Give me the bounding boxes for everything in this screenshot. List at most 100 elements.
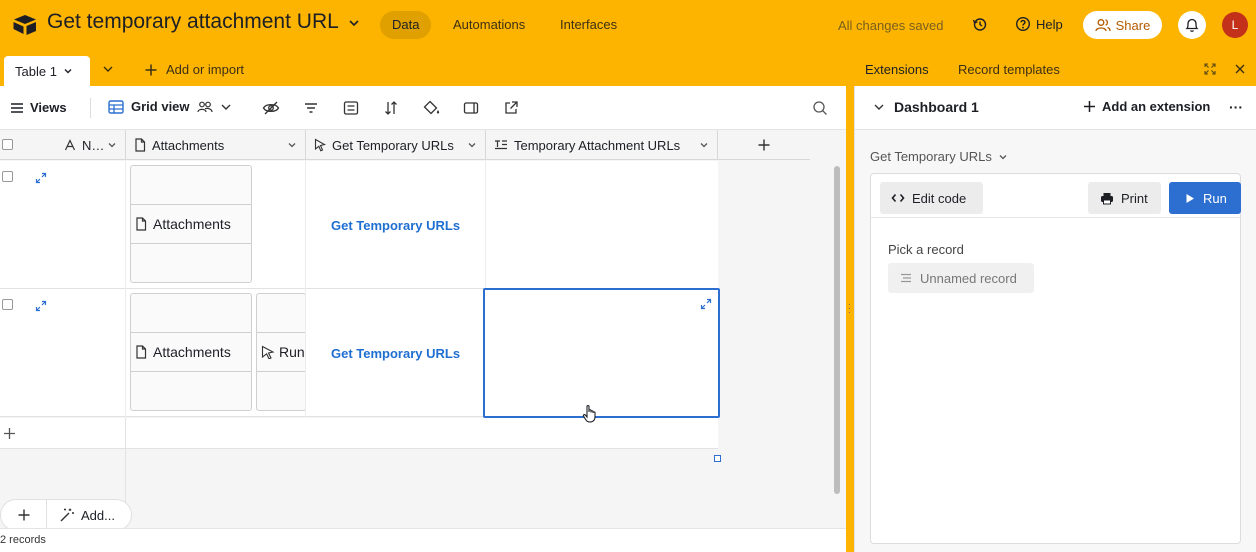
extension-card: Edit code Print Run Pick a record Unname… [870, 173, 1241, 544]
base-title[interactable]: Get temporary attachment URL [47, 10, 339, 34]
column-header-attachments[interactable]: Attachments [126, 130, 306, 160]
printer-icon [1101, 192, 1113, 204]
attachments-cell[interactable]: Attachments [126, 161, 306, 289]
header-row: N… Attachments Get Temporary URLs Tempor… [0, 130, 718, 160]
primary-cell[interactable] [0, 161, 126, 289]
tab-interfaces[interactable]: Interfaces [548, 11, 629, 39]
attachment-label: Attachments [153, 344, 231, 360]
add-record-button[interactable] [1, 500, 47, 530]
run-button[interactable]: Run [1169, 182, 1241, 214]
button-cell: Get Temporary URLs [306, 161, 486, 289]
attachment-label: Run [279, 344, 305, 360]
temporary-urls-cell-selected[interactable] [483, 288, 720, 418]
chevron-down-icon[interactable] [63, 66, 73, 76]
edit-code-label: Edit code [912, 190, 967, 206]
select-all-checkbox[interactable] [2, 139, 13, 150]
text-icon [64, 139, 76, 151]
table-tab[interactable]: Table 1 [4, 56, 90, 86]
column-label: Get Temporary URLs [332, 137, 454, 153]
filter-icon[interactable] [303, 100, 319, 116]
color-icon[interactable] [423, 100, 441, 116]
tab-record-templates[interactable]: Record templates [958, 62, 1060, 77]
add-row[interactable] [0, 418, 718, 449]
tables-menu-chevron-icon[interactable] [102, 64, 114, 74]
more-options-icon[interactable]: ··· [1229, 99, 1243, 115]
drag-handle-icon[interactable]: · · · [848, 300, 851, 317]
grid-view-label: Grid view [131, 99, 190, 114]
avatar[interactable]: L [1222, 12, 1248, 38]
vertical-scrollbar[interactable] [834, 166, 840, 494]
table-row[interactable]: Attachments Get Temporary URLs [0, 161, 718, 289]
add-label: Add... [81, 507, 115, 523]
add-or-import-button[interactable]: Add or import [144, 62, 244, 77]
notifications-button[interactable] [1178, 11, 1206, 39]
sort-icon[interactable] [383, 100, 399, 116]
extension-name: Get Temporary URLs [870, 149, 992, 164]
chevron-down-icon[interactable] [467, 140, 477, 150]
extension-name-dropdown[interactable]: Get Temporary URLs [870, 149, 1008, 164]
column-header-name[interactable]: N… [0, 130, 126, 160]
attachment-thumbnail[interactable]: Attachments [130, 293, 252, 411]
chevron-down-icon[interactable] [287, 140, 297, 150]
grid-footer: 2 records [0, 528, 846, 552]
column-divider [125, 418, 126, 449]
share-button[interactable]: Share [1083, 11, 1162, 39]
column-label: Temporary Attachment URLs [514, 137, 681, 153]
search-icon[interactable] [812, 100, 828, 116]
tab-data[interactable]: Data [380, 11, 432, 39]
add-with-ai-button[interactable]: Add... [59, 507, 115, 523]
share-view-icon[interactable] [503, 100, 519, 116]
expand-cell-icon[interactable] [700, 298, 712, 310]
chevron-down-icon[interactable] [348, 17, 360, 29]
attachment-thumbnail[interactable]: Attachments [130, 165, 252, 283]
chevron-down-icon[interactable] [699, 140, 709, 150]
close-icon[interactable] [1234, 63, 1246, 75]
save-status: All changes saved [838, 18, 944, 33]
airtable-logo-icon[interactable] [12, 14, 38, 36]
print-button[interactable]: Print [1088, 182, 1161, 214]
get-temporary-urls-button[interactable]: Get Temporary URLs [331, 218, 460, 233]
views-button[interactable]: Views [10, 100, 67, 115]
chevron-down-icon[interactable] [107, 140, 117, 150]
hand-cursor-icon [582, 404, 598, 424]
row-height-icon[interactable] [463, 100, 479, 116]
grid-view-button[interactable]: Grid view [108, 99, 232, 114]
edit-code-button[interactable]: Edit code [880, 182, 983, 214]
attachments-cell[interactable]: Attachments Run [126, 289, 306, 417]
history-icon[interactable] [972, 16, 988, 32]
view-toolbar: Views Grid view [0, 86, 846, 130]
tab-extensions[interactable]: Extensions [865, 62, 929, 77]
toolbar-divider [90, 98, 91, 118]
fullscreen-icon[interactable] [1204, 63, 1216, 75]
tab-automations[interactable]: Automations [441, 11, 537, 39]
plus-icon [145, 64, 157, 75]
expand-record-icon[interactable] [35, 172, 47, 184]
help-button[interactable]: Help [1015, 16, 1063, 32]
chevron-down-icon[interactable] [873, 102, 885, 112]
share-label: Share [1115, 17, 1151, 33]
attachment-thumbnail[interactable]: Run [256, 293, 305, 411]
plus-icon [4, 428, 15, 439]
column-header-long-text[interactable]: Temporary Attachment URLs [486, 130, 718, 160]
column-label: Attachments [152, 137, 225, 153]
record-picker[interactable]: Unnamed record [888, 263, 1034, 293]
row-checkbox[interactable] [2, 171, 13, 182]
chevron-down-icon[interactable] [220, 102, 232, 112]
file-icon [136, 217, 147, 231]
panel-header: Extensions Record templates [854, 50, 1256, 86]
expand-record-icon[interactable] [35, 300, 47, 312]
menu-icon [11, 102, 23, 113]
file-icon [136, 345, 147, 359]
add-field-button[interactable] [718, 130, 810, 160]
add-extension-button[interactable]: Add an extension [1083, 99, 1210, 114]
attachment-label: Attachments [153, 216, 231, 232]
temporary-urls-cell[interactable] [486, 161, 718, 289]
get-temporary-urls-button[interactable]: Get Temporary URLs [331, 346, 460, 361]
column-header-button[interactable]: Get Temporary URLs [306, 130, 486, 160]
primary-cell[interactable] [0, 289, 126, 417]
fill-handle[interactable] [714, 455, 721, 462]
dashboard-title[interactable]: Dashboard 1 [894, 99, 979, 115]
hide-fields-icon[interactable] [262, 100, 280, 116]
group-icon[interactable] [343, 100, 359, 116]
row-checkbox[interactable] [2, 299, 13, 310]
